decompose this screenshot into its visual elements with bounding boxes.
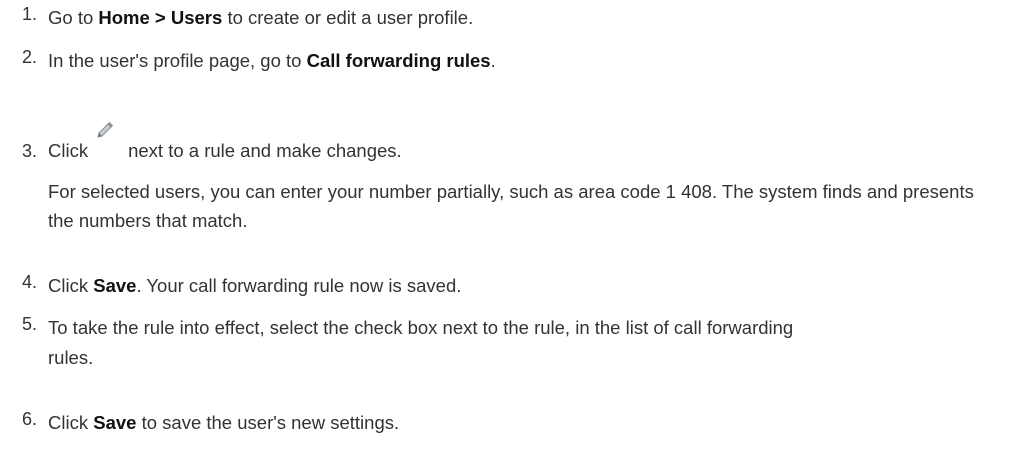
step-text: Go to Home > Users to create or edit a u…	[48, 3, 1003, 33]
step-number: 2.	[22, 47, 38, 67]
step-text-part: next to a rule and make changes.	[128, 140, 402, 161]
step-text-part: . Your call forwarding rule now is saved…	[136, 275, 462, 296]
step-text: Click Save to save the user's new settin…	[48, 408, 1003, 438]
step-number: 3.	[22, 141, 38, 161]
step-number: 4.	[22, 272, 38, 292]
step-number: 1.	[22, 4, 38, 24]
step-text-part: .	[490, 50, 496, 71]
step-text-part: to save the user's new settings.	[136, 412, 400, 433]
step-text: Click next to a rule and make changes.	[48, 121, 1003, 166]
step-text-part: Go to	[48, 7, 99, 28]
procedure-steps: 1. Go to Home > Users to create or edit …	[0, 0, 1011, 454]
step-text: Click Save. Your call forwarding rule no…	[48, 271, 1003, 301]
step-text-part: In the user's profile page, go to	[48, 50, 307, 71]
save-button-label: Save	[93, 275, 137, 296]
save-button-label: Save	[93, 412, 137, 433]
ui-path-home-users: Home > Users	[98, 7, 223, 28]
step-note: For selected users, you can enter your n…	[48, 180, 974, 232]
step-text-part: to create or edit a user profile.	[222, 7, 474, 28]
step-text-part: Click	[48, 412, 94, 433]
step-number: 6.	[22, 409, 38, 429]
step-text-part: Click	[48, 275, 94, 296]
step-text: In the user's profile page, go to Call f…	[48, 46, 1003, 76]
step-text-part: Click	[48, 140, 89, 161]
step-text: To take the rule into effect, select the…	[48, 317, 794, 368]
ui-label-call-forwarding-rules: Call forwarding rules	[306, 50, 491, 71]
pencil-icon	[94, 121, 116, 157]
step-number: 5.	[22, 314, 38, 334]
